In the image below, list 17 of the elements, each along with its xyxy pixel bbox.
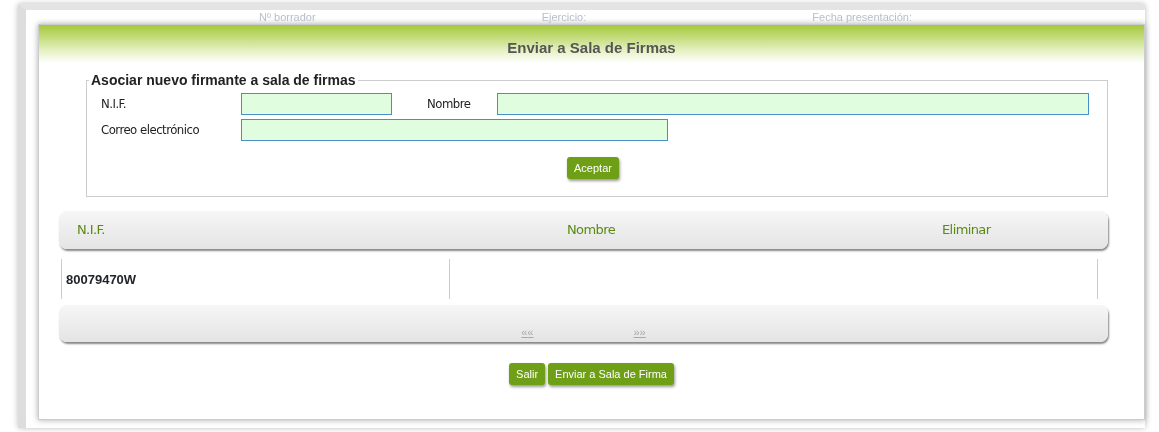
field-label: N.I.F. <box>101 95 127 114</box>
dialog-title: Enviar a Sala de Firmas <box>39 25 1144 63</box>
column-header: Nombre <box>567 221 617 240</box>
column-header: Eliminar <box>942 221 991 240</box>
action-button[interactable]: Salir <box>509 363 546 385</box>
input-field[interactable] <box>497 93 1089 115</box>
background-label: Nº borrador <box>259 10 316 24</box>
background-label: Fecha presentación: <box>812 10 912 24</box>
field-label: Correo electrónico <box>101 121 201 140</box>
input-field[interactable] <box>241 119 668 141</box>
action-button[interactable]: Enviar a Sala de Firma <box>548 363 674 385</box>
field-label: Nombre <box>427 95 472 114</box>
background-label: Ejercicio: <box>541 10 587 24</box>
input-field[interactable] <box>241 93 392 115</box>
table-cell: 80079470W <box>61 259 449 299</box>
column-header: N.I.F. <box>77 221 106 240</box>
accept-button[interactable]: Aceptar <box>567 157 619 179</box>
